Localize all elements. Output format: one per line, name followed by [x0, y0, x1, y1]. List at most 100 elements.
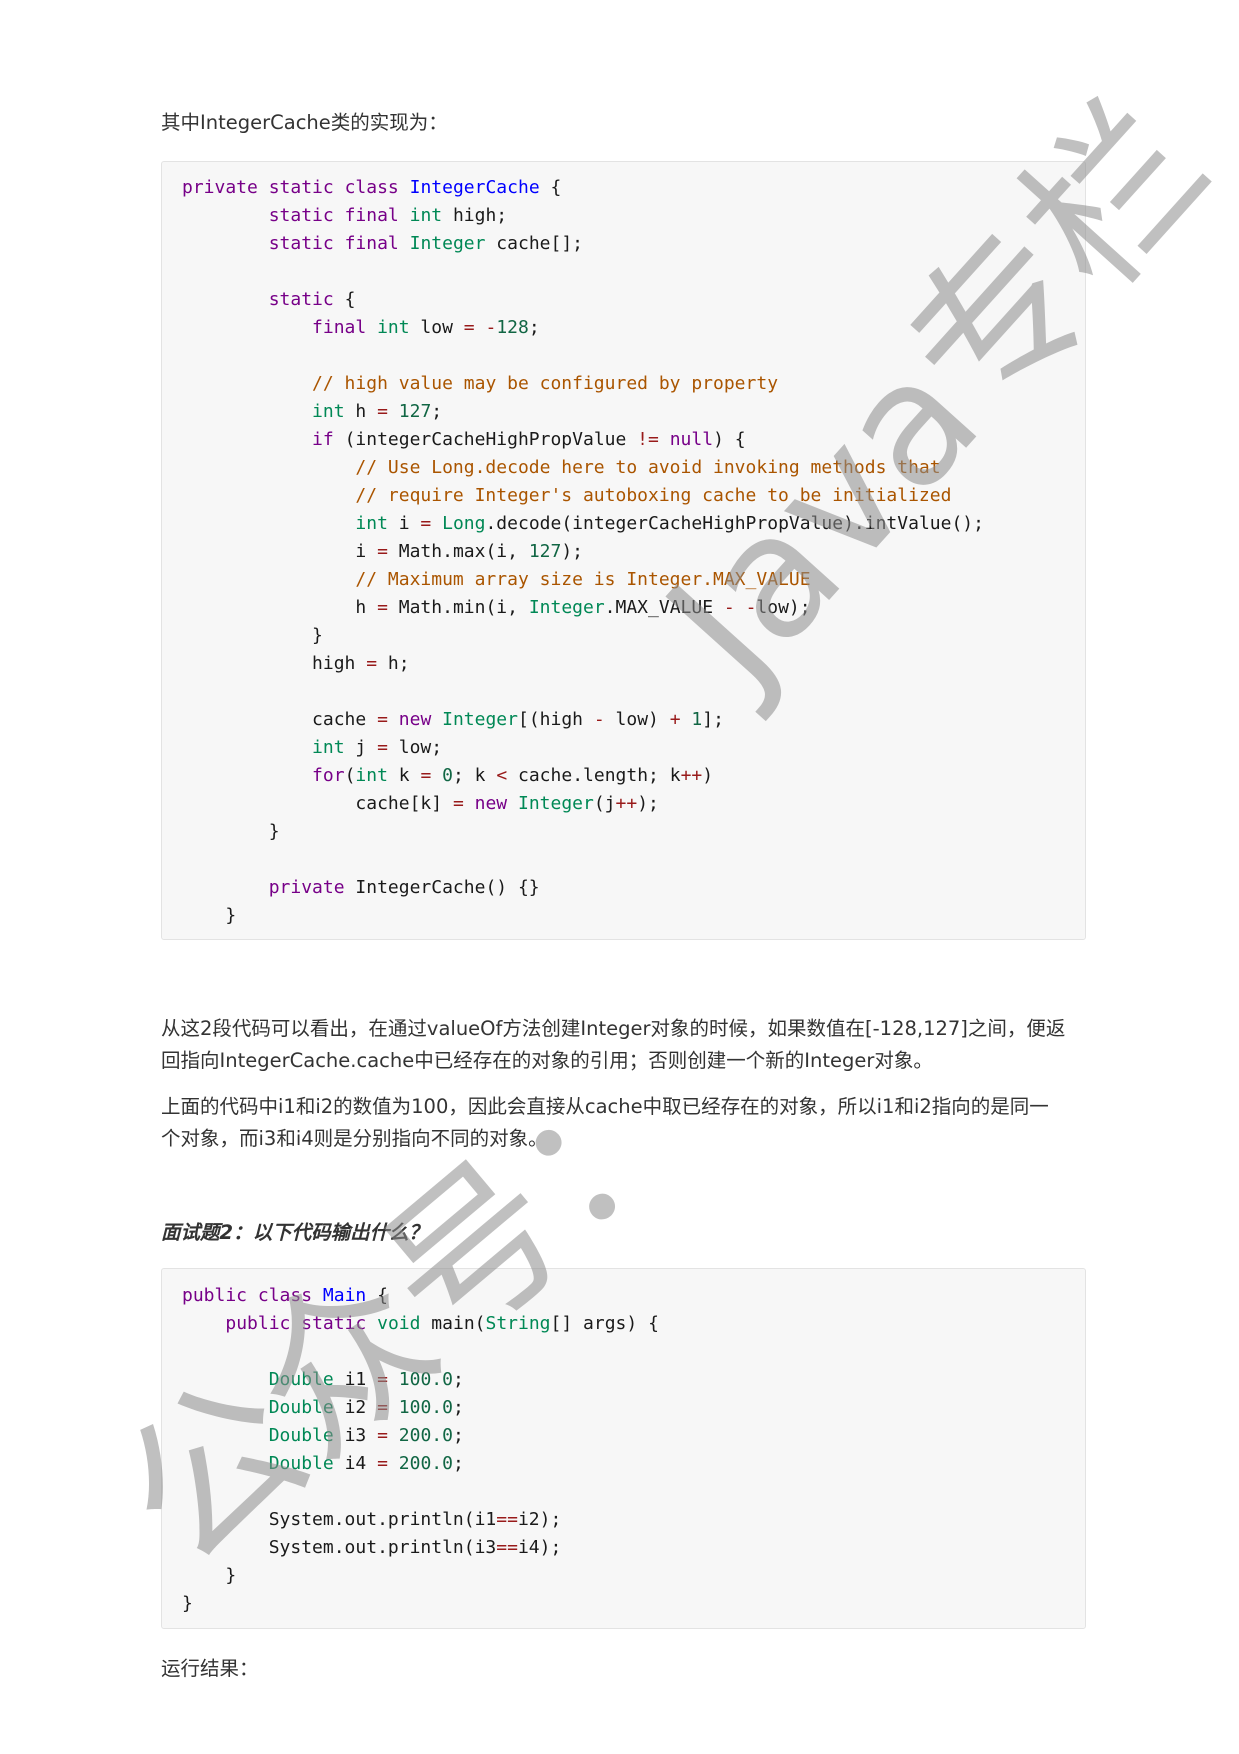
code-token: 100.0	[398, 1397, 453, 1418]
code-token: 100.0	[398, 1369, 453, 1390]
result-label: 运行结果：	[161, 1657, 259, 1680]
code-token: );	[637, 793, 659, 814]
code-token: )	[702, 765, 714, 786]
code-token: public	[182, 1285, 248, 1306]
code-token: int	[312, 737, 345, 758]
code-line: private IntegerCache() {}	[182, 874, 540, 902]
code-token: i2	[333, 1397, 378, 1418]
main-class-code-block: public class Main { public static void m…	[161, 1268, 1086, 1629]
code-token: ];	[702, 709, 724, 730]
code-token: h	[182, 597, 378, 618]
explanation-line: 个对象，而i3和i4则是分别指向不同的对象。	[161, 1127, 548, 1150]
code-line: if (integerCacheHighPropValue != null) {	[182, 426, 746, 454]
code-line: public class Main {	[182, 1282, 388, 1310]
code-token: [] args) {	[550, 1313, 659, 1334]
code-token: 127	[528, 541, 562, 562]
code-line: int j = low;	[182, 734, 442, 762]
code-token: high;	[442, 205, 508, 226]
code-token: new	[398, 709, 432, 730]
code-token: static	[301, 1313, 367, 1334]
code-token: ;	[452, 1425, 464, 1446]
code-line: }	[182, 818, 280, 846]
explanation-paragraph-2: 上面的代码中i1和i2的数值为100，因此会直接从cache中取已经存在的对象，…	[161, 1091, 1086, 1155]
explanation-line: 从这2段代码可以看出，在通过valueOf方法创建Integer对象的时候，如果…	[161, 1017, 1066, 1040]
code-token: ; k	[452, 765, 497, 786]
code-token: {	[333, 289, 356, 310]
code-token: Math.min(i,	[387, 597, 529, 618]
code-token: i1	[333, 1369, 378, 1390]
code-line: static {	[182, 286, 356, 314]
code-token: =	[377, 709, 388, 730]
code-line: public static void main(String[] args) {	[182, 1310, 659, 1338]
code-token: =	[377, 1453, 388, 1474]
code-line: }	[182, 1562, 236, 1590]
code-token: cache	[182, 709, 378, 730]
code-token: Integer	[528, 597, 605, 618]
code-token: =	[377, 541, 388, 562]
code-token: System.out.println(i1	[182, 1509, 497, 1530]
code-line: // require Integer's autoboxing cache to…	[182, 482, 951, 510]
code-line: int i = Long.decode(integerCacheHighProp…	[182, 510, 984, 538]
code-token: ++	[680, 765, 703, 786]
code-token: ++	[615, 793, 638, 814]
code-token: i	[387, 513, 421, 534]
explanation-line: 上面的代码中i1和i2的数值为100，因此会直接从cache中取已经存在的对象，…	[161, 1095, 1049, 1118]
code-token: ;	[452, 1397, 464, 1418]
code-token: cache[];	[485, 233, 584, 254]
code-token: low;	[387, 737, 443, 758]
code-token: low	[409, 317, 464, 338]
code-token: ==	[496, 1509, 518, 1530]
result-paragraph: 运行结果：	[161, 1653, 1086, 1685]
code-line: cache = new Integer[(high - low) + 1];	[182, 706, 724, 734]
code-token: Double	[268, 1425, 334, 1446]
code-token: }	[182, 905, 237, 926]
code-token: {	[539, 177, 562, 198]
code-token: =	[452, 793, 464, 814]
code-token: Math.max(i,	[387, 541, 529, 562]
code-token: ;	[452, 1453, 464, 1474]
code-token: // high value may be configured by prope…	[312, 373, 779, 394]
code-line: cache[k] = new Integer(j++);	[182, 790, 659, 818]
document-page: 其中IntegerCache类的实现为： private static clas…	[0, 0, 1239, 1754]
explanation-paragraph-1: 从这2段代码可以看出，在通过valueOf方法创建Integer对象的时候，如果…	[161, 1013, 1086, 1077]
code-token: String	[485, 1313, 551, 1334]
code-token: 127	[398, 401, 432, 422]
code-token: =	[377, 597, 388, 618]
code-token: }	[182, 625, 323, 646]
code-token: 128	[496, 317, 529, 338]
code-line: // Maximum array size is Integer.MAX_VAL…	[182, 566, 810, 594]
code-line: private static class IntegerCache {	[182, 174, 561, 202]
code-token: =	[377, 1425, 388, 1446]
question-heading: 面试题2：以下代码输出什么？	[161, 1221, 429, 1244]
code-token: Double	[268, 1369, 334, 1390]
code-token: ) {	[713, 429, 746, 450]
code-line: h = Math.min(i, Integer.MAX_VALUE - -low…	[182, 594, 810, 622]
code-token: if	[312, 429, 334, 450]
code-token: private	[268, 877, 345, 898]
code-token: private	[182, 177, 258, 198]
